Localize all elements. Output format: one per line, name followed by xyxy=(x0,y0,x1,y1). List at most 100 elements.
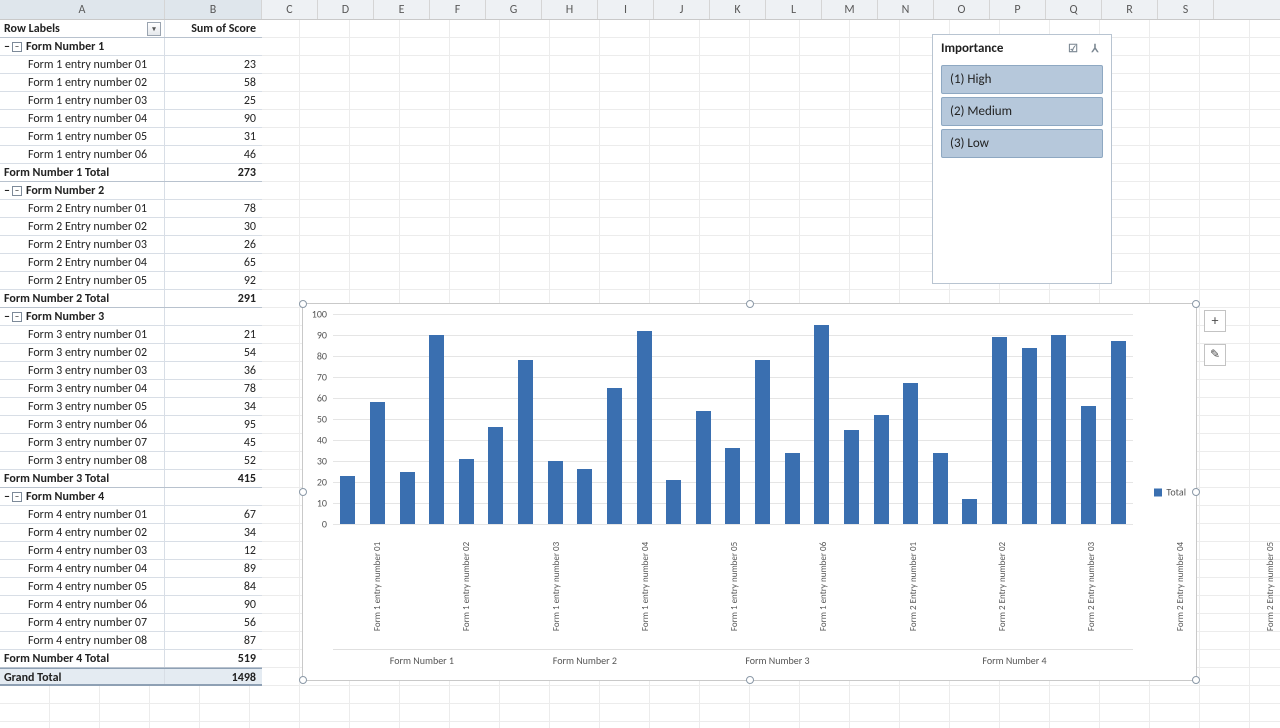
bar[interactable] xyxy=(637,331,652,524)
bar[interactable] xyxy=(814,325,829,525)
column-header-K[interactable]: K xyxy=(710,0,766,19)
column-header-G[interactable]: G xyxy=(486,0,542,19)
column-header-E[interactable]: E xyxy=(374,0,430,19)
resize-handle[interactable] xyxy=(1192,300,1200,308)
column-header-D[interactable]: D xyxy=(318,0,374,19)
column-header-S[interactable]: S xyxy=(1158,0,1214,19)
bar[interactable] xyxy=(962,499,977,524)
pivot-row[interactable]: Form Number 4 Total519 xyxy=(0,650,262,668)
pivot-row[interactable]: Form Number 3 Total415 xyxy=(0,470,262,488)
pivot-row[interactable]: Form 4 entry number 0234 xyxy=(0,524,262,542)
pivot-row[interactable]: Form 1 entry number 0531 xyxy=(0,128,262,146)
pivot-row[interactable]: Form Number 2 Total291 xyxy=(0,290,262,308)
column-header-A[interactable]: A xyxy=(0,0,165,19)
column-header-P[interactable]: P xyxy=(990,0,1046,19)
chart-elements-button[interactable]: + xyxy=(1204,310,1226,332)
pivot-row[interactable]: Form Number 1 xyxy=(0,38,262,56)
chart-plot-area[interactable] xyxy=(333,314,1133,524)
bar[interactable] xyxy=(1111,341,1126,524)
column-header-O[interactable]: O xyxy=(934,0,990,19)
pivot-row[interactable]: Form 3 entry number 0336 xyxy=(0,362,262,380)
pivot-row[interactable]: Form 4 entry number 0312 xyxy=(0,542,262,560)
pivot-row[interactable]: Form 2 Entry number 0230 xyxy=(0,218,262,236)
resize-handle[interactable] xyxy=(746,676,754,684)
column-header-M[interactable]: M xyxy=(822,0,878,19)
chart-bars[interactable] xyxy=(333,314,1133,524)
bar[interactable] xyxy=(874,415,889,524)
bar[interactable] xyxy=(903,383,918,524)
column-header-I[interactable]: I xyxy=(598,0,654,19)
column-header-F[interactable]: F xyxy=(430,0,486,19)
row-labels-dropdown[interactable]: ▾ xyxy=(147,22,161,36)
bar[interactable] xyxy=(725,448,740,524)
resize-handle[interactable] xyxy=(1192,676,1200,684)
bar[interactable] xyxy=(666,480,681,524)
clear-filter-icon[interactable]: ⅄ xyxy=(1087,42,1103,56)
bar[interactable] xyxy=(1022,348,1037,524)
pivot-row[interactable]: Form 3 entry number 0745 xyxy=(0,434,262,452)
column-header-R[interactable]: R xyxy=(1102,0,1158,19)
bar[interactable] xyxy=(992,337,1007,524)
pivot-row[interactable]: Form 3 entry number 0852 xyxy=(0,452,262,470)
pivot-row[interactable]: Form 3 entry number 0478 xyxy=(0,380,262,398)
column-header-C[interactable]: C xyxy=(262,0,318,19)
pivot-row[interactable]: Form 1 entry number 0490 xyxy=(0,110,262,128)
pivot-row[interactable]: Form 1 entry number 0325 xyxy=(0,92,262,110)
bar[interactable] xyxy=(933,453,948,524)
pivot-row[interactable]: Form 1 entry number 0123 xyxy=(0,56,262,74)
pivot-chart[interactable]: + ✎ 0102030405060708090100 Form 1 entry … xyxy=(302,303,1197,681)
chart-styles-button[interactable]: ✎ xyxy=(1204,344,1226,366)
pivot-row[interactable]: Form 1 entry number 0646 xyxy=(0,146,262,164)
slicer-item[interactable]: (1) High xyxy=(941,65,1103,94)
pivot-row[interactable]: Form 4 entry number 0167 xyxy=(0,506,262,524)
column-header-L[interactable]: L xyxy=(766,0,822,19)
column-header-H[interactable]: H xyxy=(542,0,598,19)
slicer-item[interactable]: (3) Low xyxy=(941,129,1103,158)
column-header-B[interactable]: B xyxy=(165,0,262,19)
pivot-row[interactable]: Form 4 entry number 0887 xyxy=(0,632,262,650)
collapse-icon[interactable] xyxy=(12,186,22,196)
bar[interactable] xyxy=(755,360,770,524)
pivot-row[interactable]: Form 2 Entry number 0178 xyxy=(0,200,262,218)
pivot-row[interactable]: Form 3 entry number 0695 xyxy=(0,416,262,434)
bar[interactable] xyxy=(1051,335,1066,524)
pivot-row[interactable]: Form 4 entry number 0489 xyxy=(0,560,262,578)
bar[interactable] xyxy=(400,472,415,525)
bar[interactable] xyxy=(370,402,385,524)
bar[interactable] xyxy=(429,335,444,524)
collapse-icon[interactable] xyxy=(12,42,22,52)
resize-handle[interactable] xyxy=(1192,488,1200,496)
column-header-N[interactable]: N xyxy=(878,0,934,19)
cells-grid[interactable]: Row Labels▾Sum of ScoreForm Number 1Form… xyxy=(0,20,1280,728)
pivot-row[interactable]: Form 2 Entry number 0465 xyxy=(0,254,262,272)
collapse-icon[interactable] xyxy=(12,492,22,502)
bar[interactable] xyxy=(518,360,533,524)
bar[interactable] xyxy=(1081,406,1096,524)
pivot-row[interactable]: Row Labels▾Sum of Score xyxy=(0,20,262,38)
bar[interactable] xyxy=(548,461,563,524)
slicer-item[interactable]: (2) Medium xyxy=(941,97,1103,126)
multiselect-icon[interactable]: ☑ xyxy=(1065,42,1081,56)
pivot-row[interactable]: Form 1 entry number 0258 xyxy=(0,74,262,92)
bar[interactable] xyxy=(844,430,859,525)
pivot-row[interactable]: Form 3 entry number 0254 xyxy=(0,344,262,362)
slicer-importance[interactable]: Importance ☑ ⅄ (1) High(2) Medium(3) Low xyxy=(932,34,1112,284)
pivot-row[interactable]: Form Number 3 xyxy=(0,308,262,326)
column-header-J[interactable]: J xyxy=(654,0,710,19)
pivot-row[interactable]: Form Number 2 xyxy=(0,182,262,200)
pivot-row[interactable]: Grand Total1498 xyxy=(0,668,262,686)
pivot-row[interactable]: Form Number 1 Total273 xyxy=(0,164,262,182)
pivot-row[interactable]: Form 4 entry number 0584 xyxy=(0,578,262,596)
bar[interactable] xyxy=(785,453,800,524)
column-header-Q[interactable]: Q xyxy=(1046,0,1102,19)
chart-legend[interactable]: Total xyxy=(1154,486,1186,499)
bar[interactable] xyxy=(696,411,711,524)
resize-handle[interactable] xyxy=(746,300,754,308)
resize-handle[interactable] xyxy=(299,676,307,684)
pivot-row[interactable]: Form 4 entry number 0756 xyxy=(0,614,262,632)
collapse-icon[interactable] xyxy=(12,312,22,322)
pivot-row[interactable]: Form 3 entry number 0121 xyxy=(0,326,262,344)
column-headers[interactable]: ABCDEFGHIJKLMNOPQRS xyxy=(0,0,1280,20)
bar[interactable] xyxy=(459,459,474,524)
pivot-row[interactable]: Form 3 entry number 0534 xyxy=(0,398,262,416)
